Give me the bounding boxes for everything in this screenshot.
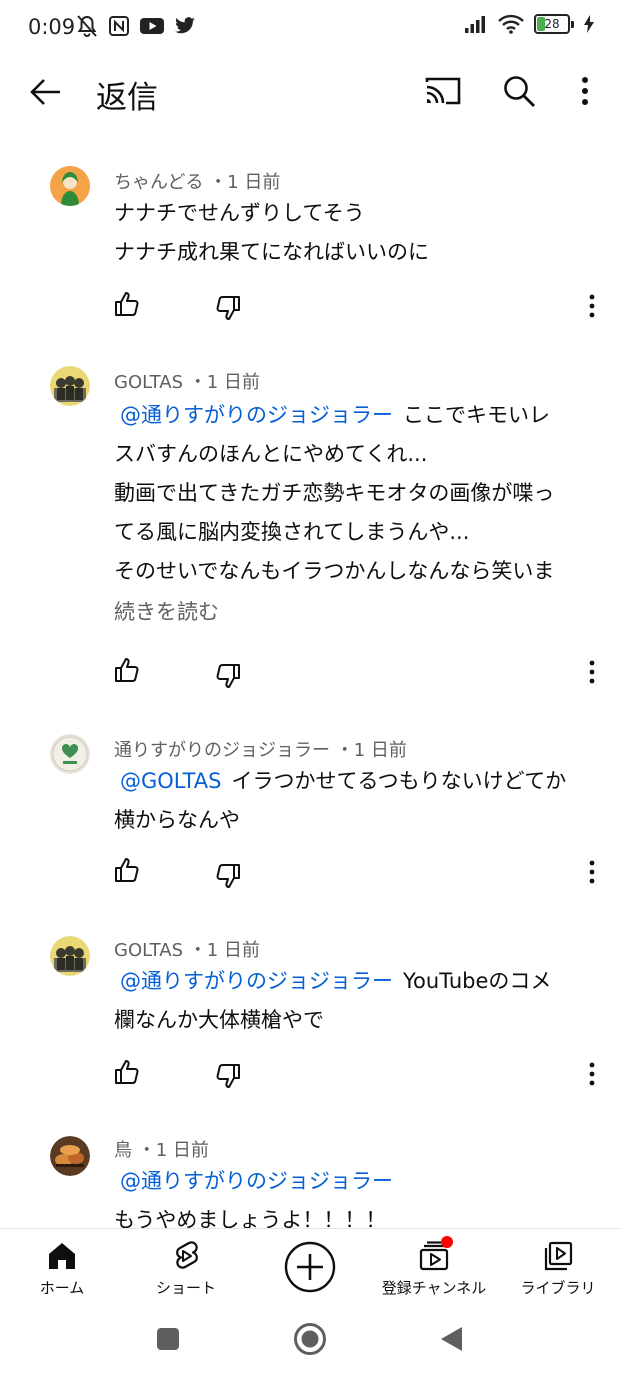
new-content-badge	[441, 1236, 453, 1248]
mention-link[interactable]: @GOLTAS	[120, 769, 222, 793]
mention-link[interactable]: @通りすがりのジョジョラー	[120, 969, 393, 993]
library-icon	[544, 1241, 573, 1271]
home-icon	[49, 1243, 75, 1269]
status-icons-left	[76, 14, 196, 38]
reply-text-line: てる風に脳内変換されてしまうんや...	[114, 520, 470, 544]
system-navigation-bar	[0, 1304, 620, 1378]
twitter-app-icon	[175, 17, 195, 34]
reply-text-line: 横からなんや	[114, 808, 240, 832]
reply-more-icon[interactable]	[580, 858, 604, 886]
more-options-icon[interactable]	[568, 70, 602, 112]
shorts-icon	[176, 1241, 198, 1269]
like-icon[interactable]	[113, 656, 141, 684]
dislike-icon[interactable]	[214, 1062, 242, 1090]
battery-indicator: 28	[534, 14, 574, 34]
status-bar: 0:09 28	[0, 0, 620, 56]
reply-text-line: イラつかせてるつもりないけどてか	[231, 769, 567, 793]
reply-more-icon[interactable]	[580, 658, 604, 686]
read-more-link[interactable]: 続きを読む	[114, 596, 219, 626]
status-icons-right: 28	[464, 14, 594, 34]
avatar[interactable]	[50, 166, 90, 206]
app-bar: 返信	[0, 56, 620, 126]
avatar[interactable]	[50, 734, 90, 774]
reply-item: GOLTAS ・1 日前 @通りすがりのジョジョラー YouTubeのコメ 欄なん…	[0, 894, 620, 1094]
like-icon[interactable]	[113, 290, 141, 318]
reply-item: GOLTAS ・1 日前 @通りすがりのジョジョラー ここでキモいレ スバすんのほ…	[0, 326, 620, 692]
back-arrow-icon[interactable]	[26, 72, 66, 112]
reply-text-line: スバすんのほんとにやめてくれ...	[114, 442, 428, 466]
avatar[interactable]	[50, 366, 90, 406]
reply-meta: GOLTAS ・1 日前	[114, 372, 260, 393]
back-triangle-icon[interactable]	[438, 1325, 464, 1353]
reply-text: @GOLTAS イラつかせてるつもりないけどてか 横からなんや	[114, 762, 589, 840]
dislike-icon[interactable]	[214, 294, 242, 322]
replies-list[interactable]: ちゃんどる ・1 日前 ナナチでせんずりしてそう ナナチ成れ果てになればいいのに	[0, 126, 620, 1228]
avatar[interactable]	[50, 1136, 90, 1176]
reply-text: @通りすがりのジョジョラー もうやめましょうよ！！！！	[114, 1162, 589, 1228]
reply-text: @通りすがりのジョジョラー ここでキモいレ スバすんのほんとにやめてくれ... 動…	[114, 396, 589, 591]
reply-meta: 通りすがりのジョジョラー ・1 日前	[114, 740, 407, 761]
avatar[interactable]	[50, 936, 90, 976]
signal-icon	[465, 16, 485, 33]
reply-text-line: 欄なんか大体横槍やで	[114, 1008, 324, 1032]
nfc-icon	[109, 16, 129, 36]
nav-library-label: ライブラリ	[520, 1279, 596, 1297]
dislike-icon[interactable]	[214, 862, 242, 890]
reply-item: ちゃんどる ・1 日前 ナナチでせんずりしてそう ナナチ成れ果てになればいいのに	[0, 126, 620, 326]
nav-subscriptions-label: 登録チャンネル	[381, 1279, 487, 1297]
recents-square-icon[interactable]	[155, 1326, 181, 1352]
battery-level: 28	[544, 17, 560, 31]
reply-meta: GOLTAS ・1 日前	[114, 940, 260, 961]
create-plus-icon[interactable]	[284, 1241, 336, 1293]
cast-icon[interactable]	[422, 70, 464, 112]
nav-library[interactable]: ライブラリ	[512, 1229, 604, 1305]
nav-home-label: ホーム	[39, 1279, 85, 1297]
bottom-navigation: ホーム ショート 登録チャンネル ライブラリ	[0, 1228, 620, 1305]
reply-text-line: ここでキモいレ	[403, 403, 550, 427]
reply-text-line: ナナチでせんずりしてそう	[114, 201, 365, 225]
charging-icon	[584, 15, 594, 33]
like-icon[interactable]	[113, 856, 141, 884]
nav-shorts-label: ショート	[155, 1279, 216, 1297]
reply-meta: 鳥 ・1 日前	[114, 1140, 209, 1161]
reply-text-line: ナナチ成れ果てになればいいのに	[114, 240, 429, 264]
reply-item: 鳥 ・1 日前 @通りすがりのジョジョラー もうやめましょうよ！！！！	[0, 1094, 620, 1228]
status-time: 0:09	[28, 15, 76, 39]
search-icon[interactable]	[498, 70, 540, 112]
wifi-icon	[498, 14, 524, 34]
page-title: 返信	[96, 80, 158, 116]
home-circle-icon[interactable]	[293, 1322, 327, 1356]
mention-link[interactable]: @通りすがりのジョジョラー	[120, 1169, 393, 1193]
reply-text-line: そのせいでなんもイラつかんしなんなら笑いま	[114, 559, 555, 583]
like-icon[interactable]	[113, 1058, 141, 1086]
reply-text-line: もうやめましょうよ！！！！	[114, 1208, 387, 1228]
nav-subscriptions[interactable]: 登録チャンネル	[374, 1229, 494, 1305]
reply-more-icon[interactable]	[580, 1060, 604, 1088]
mention-link[interactable]: @通りすがりのジョジョラー	[120, 403, 393, 427]
reply-text-line: YouTubeのコメ	[403, 969, 552, 993]
dislike-icon[interactable]	[214, 662, 242, 690]
youtube-app-icon	[140, 18, 164, 34]
notifications-off-icon	[77, 15, 97, 37]
reply-meta: ちゃんどる ・1 日前	[114, 172, 281, 193]
reply-text: @通りすがりのジョジョラー YouTubeのコメ 欄なんか大体横槍やで	[114, 962, 589, 1040]
nav-home[interactable]: ホーム	[24, 1229, 100, 1305]
reply-item: 通りすがりのジョジョラー ・1 日前 @GOLTAS イラつかせてるつもりないけど…	[0, 692, 620, 894]
reply-more-icon[interactable]	[580, 292, 604, 320]
nav-shorts[interactable]: ショート	[140, 1229, 232, 1305]
reply-text-line: 動画で出てきたガチ恋勢キモオタの画像が喋っ	[114, 481, 555, 505]
reply-text: ナナチでせんずりしてそう ナナチ成れ果てになればいいのに	[114, 194, 589, 272]
